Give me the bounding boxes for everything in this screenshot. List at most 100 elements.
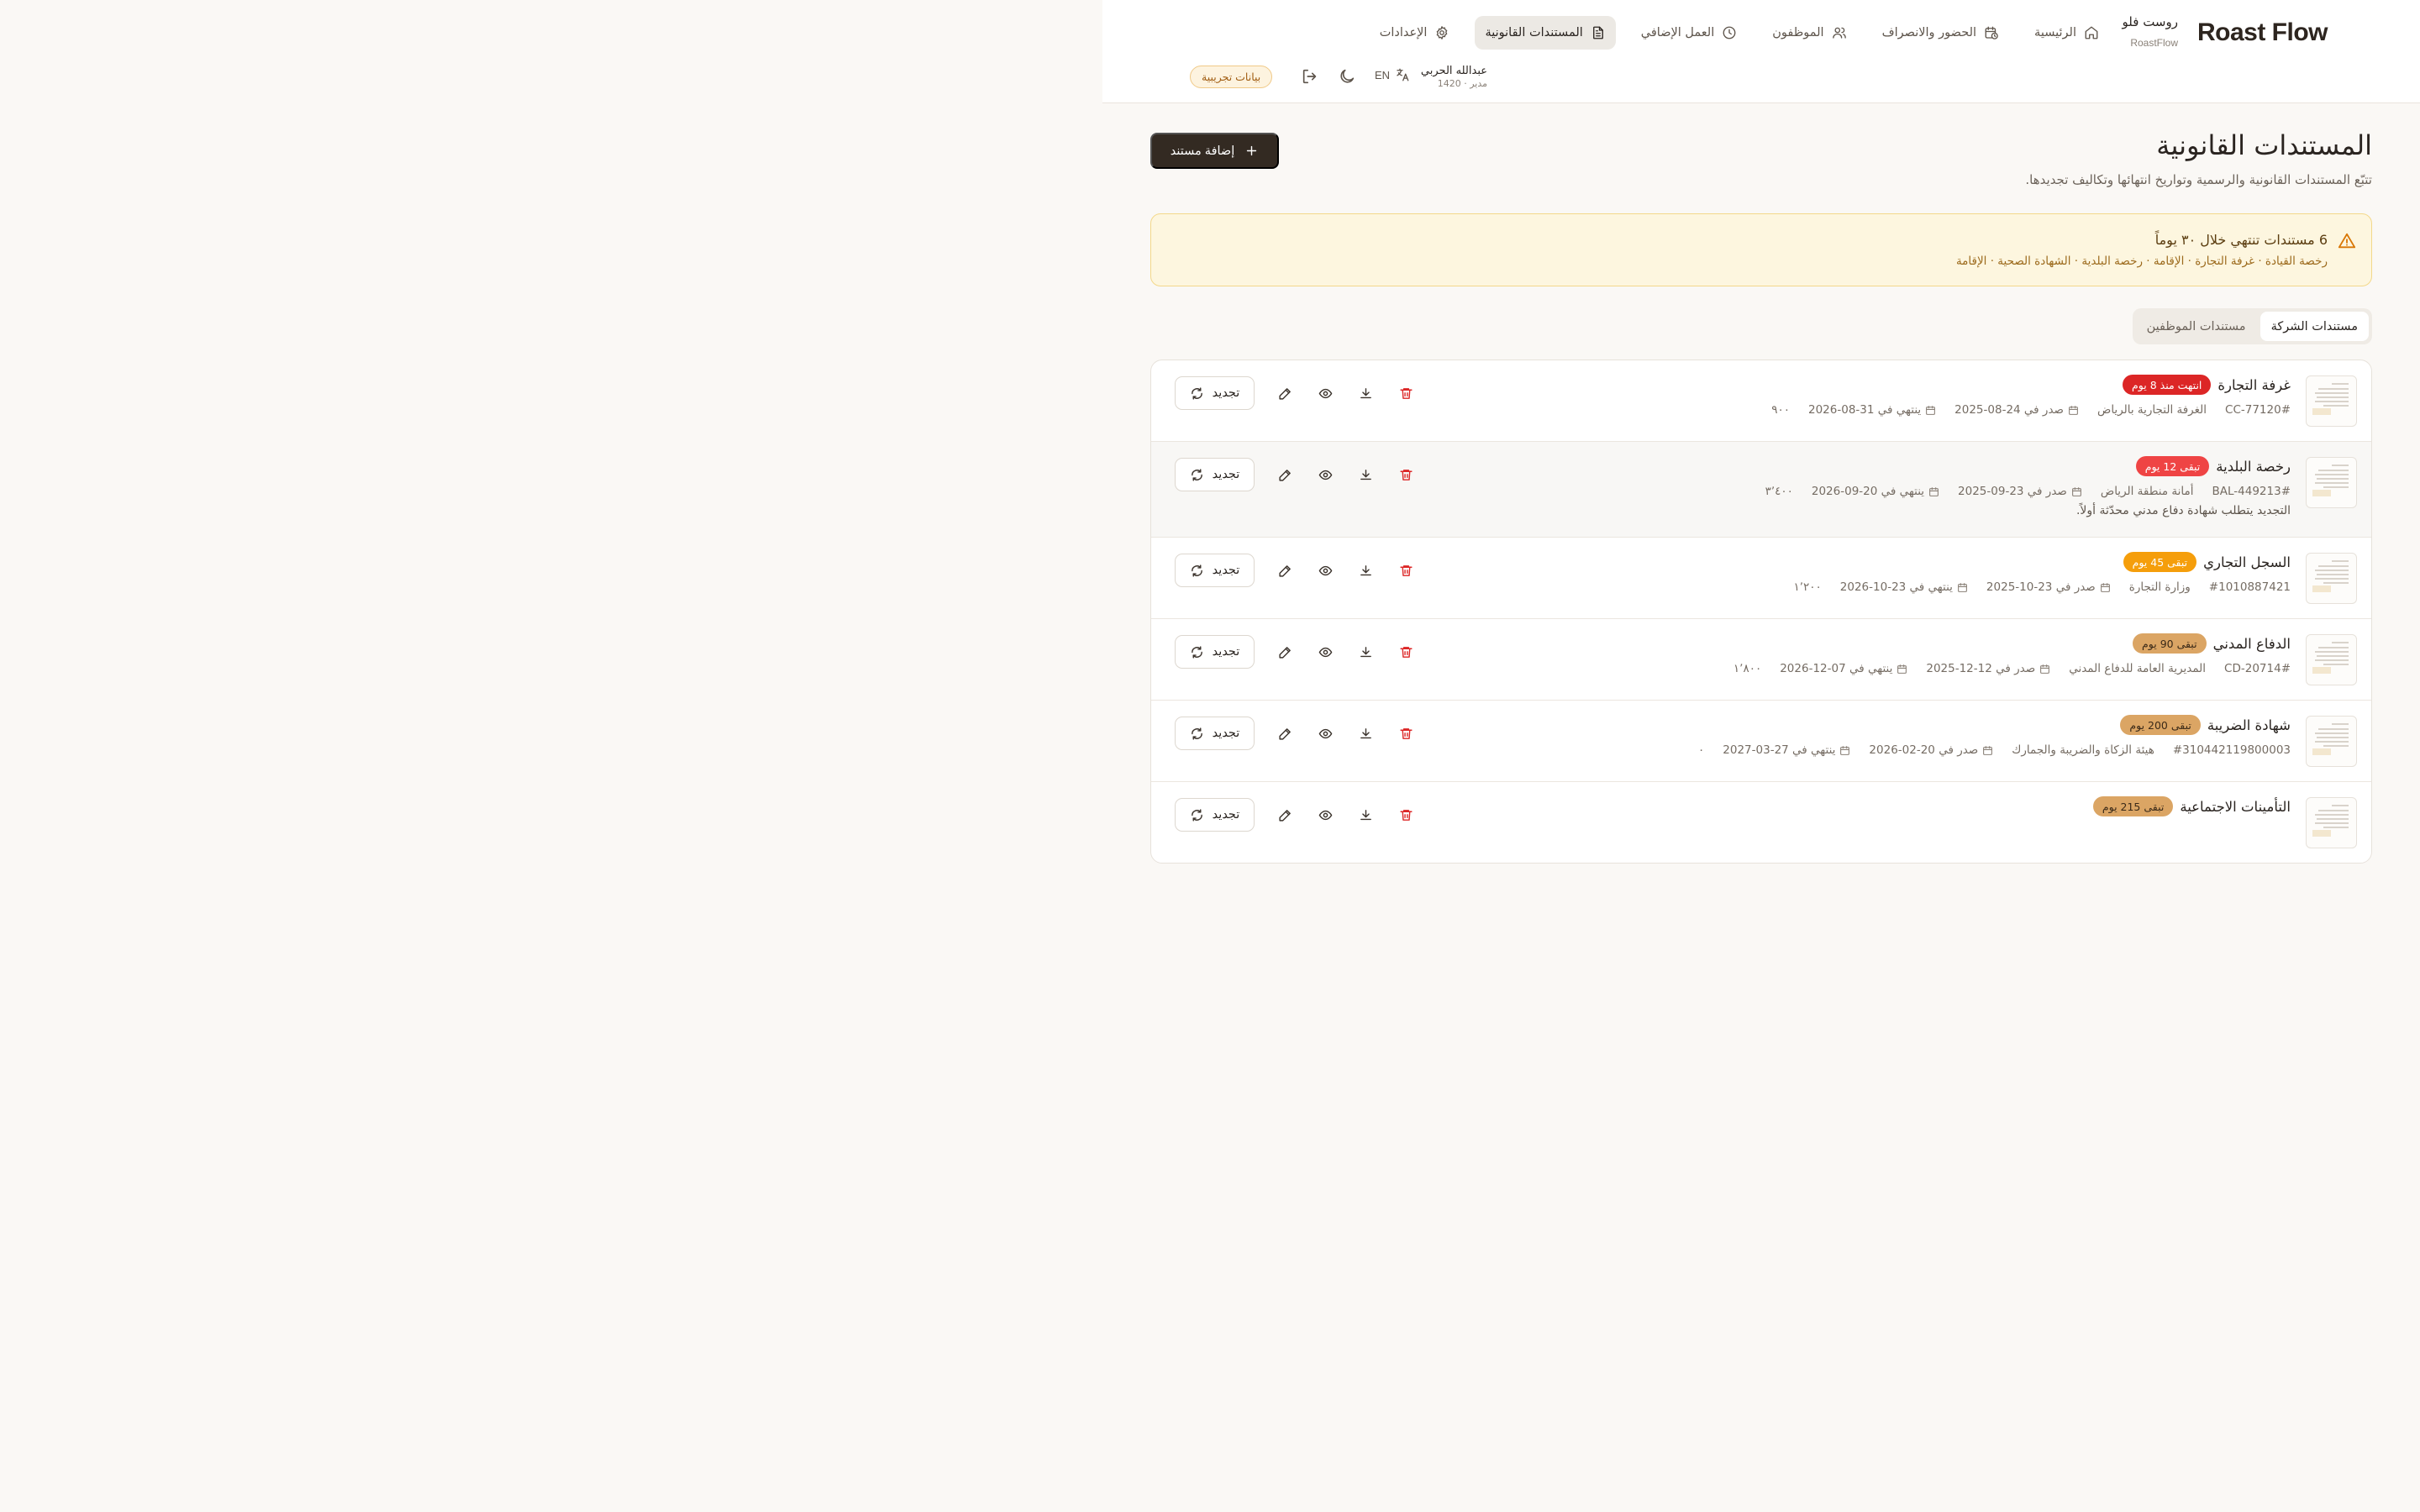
download-button[interactable]: [1355, 383, 1376, 403]
document-name: غرفة التجارة: [2217, 376, 2291, 393]
document-thumbnail[interactable]: [2306, 375, 2357, 427]
document-title-line: شهادة الضريبة تبقى 200 يوم: [2120, 715, 2291, 735]
expiry-date: ينتهي في 31-08-2026: [1808, 403, 1922, 417]
document-tabs: مستندات الشركة مستندات الموظفين: [2132, 308, 2372, 344]
delete-button[interactable]: [1396, 383, 1416, 403]
brand-name-ar: روست فلو: [2122, 14, 2178, 29]
add-document-button[interactable]: إضافة مستند: [1150, 133, 1279, 169]
renew-label: تجديد: [1212, 468, 1240, 481]
renew-button[interactable]: تجديد: [1175, 458, 1255, 491]
document-title-line: السجل التجاري تبقى 45 يوم: [2123, 552, 2291, 572]
trash-icon: [1399, 564, 1413, 578]
view-button[interactable]: [1315, 723, 1335, 743]
status-badge: انتهت منذ 8 يوم: [2123, 375, 2212, 395]
edit-button[interactable]: [1275, 642, 1295, 662]
view-button[interactable]: [1315, 560, 1335, 580]
renewal-cost: ١٬٢٠٠: [1793, 580, 1822, 594]
language-toggle[interactable]: EN: [1375, 67, 1410, 82]
calendar-icon: [1925, 405, 1936, 416]
file-text-icon: [1591, 25, 1606, 40]
download-button[interactable]: [1355, 560, 1376, 580]
nav-legal-documents-label: المستندات القانونية: [1485, 26, 1583, 39]
document-thumbnail[interactable]: [2306, 634, 2357, 685]
edit-button[interactable]: [1275, 465, 1295, 485]
download-button[interactable]: [1355, 805, 1376, 825]
renewal-cost: ٣٬٤٠٠: [1765, 485, 1793, 498]
document-number: #1010887421: [2208, 580, 2291, 594]
document-issuer: هيئة الزكاة والضريبة والجمارك: [2012, 743, 2154, 757]
tab-employee-documents[interactable]: مستندات الموظفين: [2136, 312, 2257, 341]
page-subtitle: تتبّع المستندات القانونية والرسمية وتوار…: [2025, 172, 2372, 187]
renew-button[interactable]: تجديد: [1175, 554, 1255, 587]
pencil-icon: [1278, 468, 1292, 482]
top-navbar: Roast Flow روست فلو RoastFlow الرئيسية ا…: [1102, 0, 2420, 103]
download-icon: [1359, 808, 1373, 822]
document-issued: صدر في 20-02-2026: [1869, 743, 1993, 757]
document-thumbnail[interactable]: [2306, 457, 2357, 508]
moon-icon: [1338, 67, 1356, 86]
renew-button[interactable]: تجديد: [1175, 635, 1255, 669]
renew-button[interactable]: تجديد: [1175, 798, 1255, 832]
nav-legal-documents[interactable]: المستندات القانونية: [1475, 16, 1616, 50]
brand-text: روست فلو RoastFlow: [2123, 13, 2178, 49]
view-button[interactable]: [1315, 383, 1335, 403]
row-actions: تجديد: [1175, 376, 1416, 410]
main-nav: الرئيسية الحضور والانصراف الموظفون العمل…: [1370, 16, 2109, 50]
nav-home[interactable]: الرئيسية: [2024, 16, 2109, 50]
document-issuer: أمانة منطقة الرياض: [2100, 485, 2194, 498]
view-button[interactable]: [1315, 805, 1335, 825]
document-issued: صدر في 23-09-2025: [1958, 485, 2082, 498]
tab-company-documents[interactable]: مستندات الشركة: [2260, 312, 2369, 341]
view-button[interactable]: [1315, 465, 1335, 485]
renew-button[interactable]: تجديد: [1175, 717, 1255, 750]
roastflow-logo[interactable]: Roast Flow: [2197, 18, 2328, 47]
document-row: غرفة التجارة انتهت منذ 8 يوم #CC-77120 ا…: [1151, 360, 2371, 442]
logout-button[interactable]: [1301, 67, 1319, 86]
translate-icon: [1395, 67, 1410, 82]
document-name: الدفاع المدني: [2212, 635, 2291, 652]
edit-button[interactable]: [1275, 805, 1295, 825]
nav-attendance[interactable]: الحضور والانصراف: [1872, 16, 2009, 50]
document-issuer: المديرية العامة للدفاع المدني: [2069, 662, 2207, 675]
renew-label: تجديد: [1212, 808, 1240, 822]
delete-button[interactable]: [1396, 723, 1416, 743]
nav-attendance-label: الحضور والانصراف: [1881, 26, 1977, 39]
renew-label: تجديد: [1212, 564, 1240, 577]
download-button[interactable]: [1355, 642, 1376, 662]
eye-icon: [1318, 727, 1333, 741]
user-profile[interactable]: عبدالله الحربي مدير · 1420: [1421, 65, 1487, 89]
trash-icon: [1399, 468, 1413, 482]
download-button[interactable]: [1355, 723, 1376, 743]
nav-overtime[interactable]: العمل الإضافي: [1631, 16, 1747, 50]
document-thumbnail[interactable]: [2306, 716, 2357, 767]
edit-button[interactable]: [1275, 383, 1295, 403]
delete-button[interactable]: [1396, 642, 1416, 662]
document-meta: #BAL-449213 أمانة منطقة الرياض صدر في 23…: [1765, 485, 2291, 498]
edit-button[interactable]: [1275, 723, 1295, 743]
renew-label: تجديد: [1212, 645, 1240, 659]
status-badge: تبقى 215 يوم: [2092, 796, 2174, 816]
logout-icon: [1301, 67, 1319, 86]
delete-button[interactable]: [1396, 560, 1416, 580]
warning-icon: [2338, 232, 2356, 250]
download-button[interactable]: [1355, 465, 1376, 485]
gear-icon: [1434, 25, 1449, 40]
document-thumbnail[interactable]: [2306, 797, 2357, 848]
document-name: السجل التجاري: [2203, 554, 2291, 570]
nav-employees-label: الموظفون: [1772, 26, 1824, 39]
plus-icon: [1244, 144, 1259, 158]
nav-employees[interactable]: الموظفون: [1762, 16, 1856, 50]
row-actions: تجديد: [1175, 717, 1416, 750]
delete-button[interactable]: [1396, 805, 1416, 825]
dark-mode-toggle[interactable]: [1338, 67, 1356, 86]
document-issuer: وزارة التجارة: [2128, 580, 2191, 594]
delete-button[interactable]: [1396, 465, 1416, 485]
expiry-date: ينتهي في 07-12-2026: [1780, 662, 1893, 675]
view-button[interactable]: [1315, 642, 1335, 662]
edit-button[interactable]: [1275, 560, 1295, 580]
trash-icon: [1399, 386, 1413, 401]
renew-button[interactable]: تجديد: [1175, 376, 1255, 410]
calendar-icon: [1839, 745, 1850, 756]
nav-settings[interactable]: الإعدادات: [1370, 16, 1460, 50]
document-thumbnail[interactable]: [2306, 553, 2357, 604]
